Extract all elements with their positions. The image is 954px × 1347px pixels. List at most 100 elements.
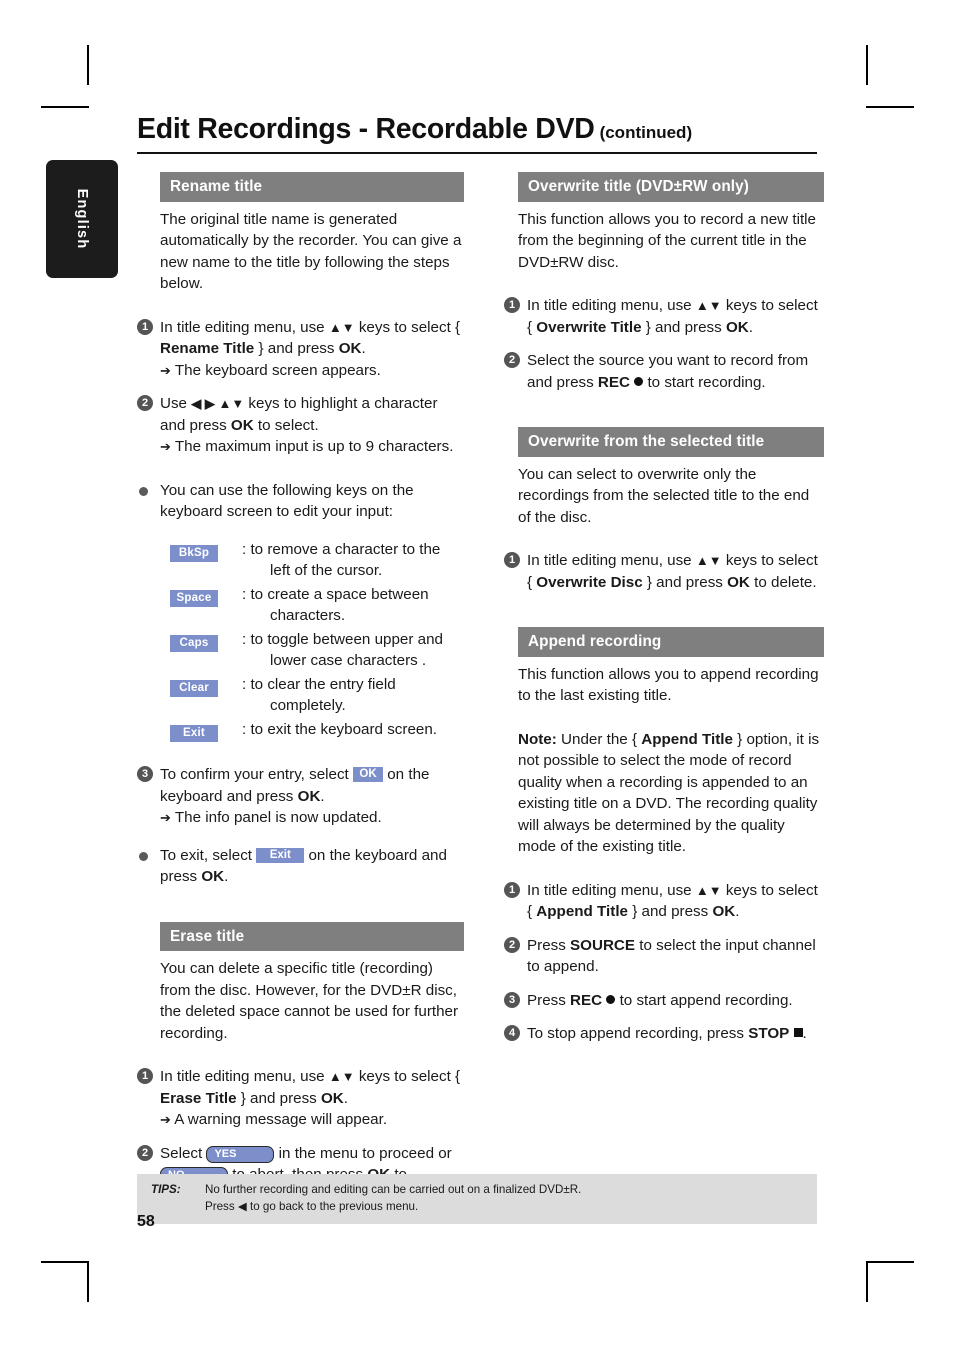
rename-keys-bullet-text: You can use the following keys on the ke… [160,481,414,521]
right-column: Overwrite title (DVD±RW only) This funct… [504,172,824,1045]
step-result-line: ➔ A warning message will appear. [160,1109,464,1131]
key-desc-line: lower case characters . [270,652,427,669]
overwrite-title-step-1: 1 In title editing menu, use ▲▼ keys to … [504,295,824,338]
page-title: Edit Recordings - Recordable DVD (continu… [137,113,817,146]
language-tab: English [46,160,118,278]
step-result-line: ➔ The info panel is now updated. [160,807,464,829]
updown-arrow-icon: ▲▼ [695,298,722,313]
menu-option-label: Erase Title [160,1089,237,1107]
space-key-chip[interactable]: Space [170,589,218,607]
step-text-part: In title editing menu, use [160,1068,329,1085]
ok-key-label: OK [727,573,750,591]
overwrite-selected-step-1: 1 In title editing menu, use ▲▼ keys to … [504,550,824,593]
left-column: Rename title The original title name is … [137,172,464,1207]
caps-key-chip[interactable]: Caps [170,634,218,652]
ok-onscreen-chip[interactable]: OK [353,767,384,782]
step-text-part: to start recording. [643,373,766,391]
section-header-append-recording: Append recording [518,627,824,657]
step-result-text: The keyboard screen appears. [174,361,381,379]
crop-mark-top-left-horizontal [41,106,89,108]
step-text-part: To stop append recording, press [527,1025,749,1042]
tips-text-part: to go back to the previous menu. [246,1199,419,1213]
record-dot-icon [606,994,616,1004]
section-header-overwrite-selected: Overwrite from the selected title [518,427,824,457]
append-step-3: 3 Press REC to start append recording. [504,990,824,1012]
step-result-text: The info panel is now updated. [174,809,382,826]
rename-step-3: 3 To confirm your entry, select OK on th… [137,764,464,829]
stop-key-label: STOP [748,1025,790,1042]
key-desc-line: : to toggle between upper and [242,630,443,648]
key-desc-line: left of the cursor. [270,562,383,579]
erase-intro-text: You can delete a specific title (recordi… [160,960,459,1042]
updown-arrow-icon: ▲▼ [328,1069,355,1084]
overwrite-title-step-2: 2 Select the source you want to record f… [504,350,824,393]
exit-key-chip[interactable]: Exit [170,724,218,742]
menu-option-label: Overwrite Disc [536,573,643,591]
key-desc-line: characters. [270,607,346,624]
step-text-part: } and press [628,903,713,920]
rename-step-2: 2 Use ◀ ▶ ▲▼ keys to highlight a charact… [137,393,464,458]
ok-key-label: OK [297,787,321,805]
key-desc-line: : to clear the entry field [242,675,396,693]
step-number: 2 [504,352,520,368]
key-desc-line: completely. [270,697,346,714]
manual-page: English Edit Recordings - Recordable DVD… [0,0,954,1347]
clear-key-chip[interactable]: Clear [170,679,218,697]
step-text-part: . [361,340,366,357]
key-desc-line: : to exit the keyboard screen. [242,720,438,738]
append-intro-text: This function allows you to append recor… [518,665,819,705]
section-header-rename-title: Rename title [160,172,464,202]
result-arrow-icon: ➔ [160,439,171,454]
tips-label-spacer [151,1199,205,1216]
updown-arrow-icon: ▲▼ [695,882,722,898]
section-header-erase-title: Erase title [160,921,464,951]
note-text-part: } option, it is not possible to select t… [518,730,820,856]
menu-option-label: Append Title [536,903,628,920]
step-text-part: keys to select { [354,318,461,336]
bksp-key-chip[interactable]: BkSp [170,544,218,562]
crop-mark-top-right-horizontal [866,106,914,108]
bullet-dot-icon [139,851,148,861]
step-text-part: Press [527,991,571,1009]
crop-mark-top-left-vertical [87,45,89,85]
rename-exit-bullet: To exit, select Exit on the keyboard and… [137,845,464,888]
page-title-continued: (continued) [599,123,693,142]
rename-intro-text: The original title name is generated aut… [160,210,462,293]
yes-button[interactable]: YES [206,1145,275,1163]
append-step-4: 4 To stop append recording, press STOP . [504,1023,824,1045]
crop-mark-bottom-left-horizontal [41,1261,89,1263]
rename-keys-bullet: You can use the following keys on the ke… [137,480,464,523]
page-title-text: Edit Recordings - Recordable DVD [137,113,595,145]
step-text-part: . [320,787,325,805]
exit-onscreen-chip[interactable]: Exit [256,847,305,863]
key-desc-line: : to remove a character to the [242,540,441,558]
step-number: 3 [137,766,153,782]
tips-line-1: TIPS: No further recording and editing c… [137,1182,817,1199]
ok-key-label: OK [712,903,736,920]
step-text-part: keys to select { [354,1068,461,1085]
overwrite-selected-intro-text: You can select to overwrite only the rec… [518,465,810,526]
tips-text-part: Press [205,1199,238,1213]
crop-mark-bottom-left-vertical [87,1262,89,1302]
step-text-part: . [224,868,229,885]
step-text-part: In title editing menu, use [527,552,696,569]
note-text-part: Under the { [556,730,642,748]
step-text-part: In title editing menu, use [160,318,329,336]
menu-option-label: Overwrite Title [536,318,642,336]
key-row-exit: Exit : to exit the keyboard screen. [160,719,464,743]
bullet-dot-icon [139,486,148,496]
step-text-part: In title editing menu, use [527,297,696,314]
crop-mark-bottom-right-vertical [866,1262,868,1302]
step-number: 2 [504,936,520,953]
ok-key-label: OK [201,868,225,885]
step-number: 1 [137,318,153,335]
step-text-part: in the menu to proceed or [274,1144,452,1162]
ok-key-label: OK [230,416,254,434]
stop-square-icon [793,1028,803,1037]
crop-mark-bottom-right-horizontal [866,1261,914,1263]
step-text-part: To confirm your entry, select [160,766,354,783]
result-arrow-icon: ➔ [160,1112,171,1127]
key-row-bksp: BkSp : to remove a character to the left… [160,539,464,582]
step-number: 1 [504,881,520,898]
language-tab-label: English [74,188,90,250]
